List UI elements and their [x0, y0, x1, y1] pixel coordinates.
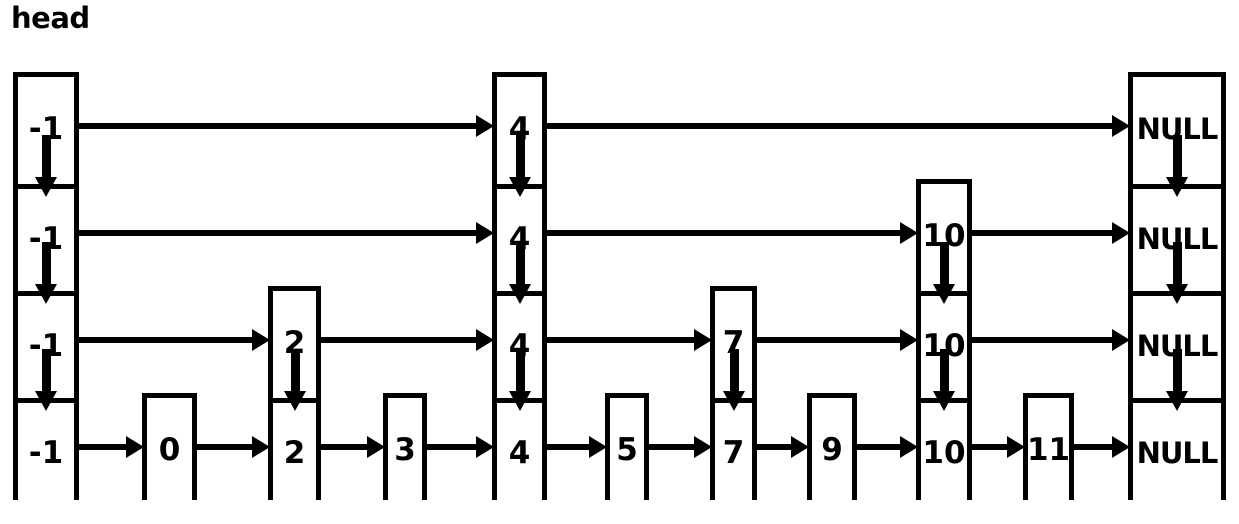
forward-pointer-arrowhead: [476, 435, 494, 458]
forward-pointer-arrowhead: [1112, 221, 1130, 244]
forward-pointer-arrowhead: [367, 435, 385, 458]
forward-pointer-arrowhead: [1112, 114, 1130, 137]
down-pointer-arrowhead: [508, 391, 531, 411]
down-pointer-shaft: [729, 349, 739, 393]
node-tower-n11[interactable]: 11: [1023, 393, 1074, 505]
node-value: 2: [283, 434, 306, 471]
node-cell: NULL: [1133, 398, 1221, 505]
down-pointer-shaft: [1173, 135, 1182, 179]
forward-pointer: [968, 336, 1112, 343]
forward-pointer-arrowhead: [476, 221, 494, 244]
node-tower-n0[interactable]: 0: [142, 393, 197, 505]
down-pointer-shaft: [42, 242, 51, 286]
node-cell: 7: [715, 398, 752, 505]
forward-pointer-arrowhead: [252, 435, 270, 458]
forward-pointer-arrowhead: [476, 114, 494, 137]
down-pointer-shaft: [940, 349, 949, 393]
forward-pointer-arrowhead: [476, 328, 494, 351]
node-value: 4: [508, 434, 531, 471]
node-tower-n10[interactable]: 10 10 10: [916, 179, 972, 505]
node-tower-n3[interactable]: 3: [383, 393, 427, 505]
head-label: head: [11, 1, 90, 35]
forward-pointer-arrowhead: [900, 221, 918, 244]
node-value: NULL: [1136, 435, 1219, 470]
down-pointer-arrowhead: [35, 177, 57, 197]
forward-pointer: [193, 443, 252, 450]
forward-pointer: [968, 443, 1007, 450]
down-pointer-arrowhead: [1166, 177, 1188, 197]
forward-pointer-arrowhead: [126, 435, 144, 458]
node-cell: -1: [18, 398, 74, 505]
forward-pointer: [753, 443, 791, 450]
node-cell: 11: [1026, 398, 1071, 505]
down-pointer-shaft: [1173, 242, 1182, 286]
node-cell: 9: [812, 398, 852, 505]
forward-pointer-arrowhead: [589, 435, 607, 458]
down-pointer-arrowhead: [283, 391, 306, 411]
forward-pointer-arrowhead: [900, 328, 918, 351]
node-cell: 5: [610, 398, 644, 505]
down-pointer-shaft: [42, 135, 51, 179]
forward-pointer: [645, 443, 694, 450]
node-cell: 3: [388, 398, 422, 505]
down-pointer-arrowhead: [933, 391, 955, 411]
forward-pointer-arrowhead: [900, 435, 918, 458]
down-pointer-arrowhead: [1166, 284, 1188, 304]
forward-pointer-arrowhead: [252, 328, 270, 351]
forward-pointer-arrowhead: [694, 435, 712, 458]
forward-pointer: [968, 229, 1112, 236]
skip-list-diagram: head -1 -1 -1 -1 0 2 2 3 4 4 4 4 5 7 7 9 10 10 10 11 NULL NUL…: [0, 0, 1239, 524]
down-pointer-shaft: [515, 349, 525, 393]
down-pointer-arrowhead: [722, 391, 745, 411]
node-tower-n5[interactable]: 5: [605, 393, 649, 505]
forward-pointer: [75, 122, 476, 129]
down-pointer-arrowhead: [508, 177, 531, 197]
node-value: 0: [158, 432, 181, 468]
node-cell: 0: [147, 398, 192, 505]
forward-pointer: [75, 443, 126, 450]
forward-pointer: [543, 229, 900, 236]
node-cell: 10: [921, 398, 967, 505]
forward-pointer-arrowhead: [1007, 435, 1025, 458]
forward-pointer-arrowhead: [791, 435, 809, 458]
node-value: 10: [922, 434, 966, 471]
node-value: 3: [394, 432, 416, 468]
node-value: 5: [616, 432, 638, 468]
forward-pointer: [543, 443, 589, 450]
forward-pointer-arrowhead: [1112, 435, 1130, 458]
down-pointer-shaft: [940, 242, 949, 286]
forward-pointer: [75, 336, 252, 343]
down-pointer-arrowhead: [35, 391, 57, 411]
forward-pointer: [543, 122, 1112, 129]
node-value: 9: [821, 432, 843, 468]
node-cell: 2: [273, 398, 316, 505]
down-pointer-arrowhead: [933, 284, 955, 304]
forward-pointer: [1070, 443, 1112, 450]
down-pointer-shaft: [515, 242, 525, 286]
node-value: 11: [1026, 432, 1071, 468]
forward-pointer: [423, 443, 476, 450]
node-value: 7: [722, 434, 745, 471]
node-tower-n9[interactable]: 9: [807, 393, 857, 505]
down-pointer-shaft: [1173, 349, 1182, 393]
down-pointer-arrowhead: [1166, 391, 1188, 411]
forward-pointer: [853, 443, 900, 450]
down-pointer-shaft: [42, 349, 51, 393]
forward-pointer: [75, 229, 476, 236]
forward-pointer: [317, 336, 476, 343]
down-pointer-shaft: [290, 349, 300, 393]
forward-pointer: [543, 336, 694, 343]
forward-pointer-arrowhead: [694, 328, 712, 351]
down-pointer-arrowhead: [35, 284, 57, 304]
forward-pointer-arrowhead: [1112, 328, 1130, 351]
down-pointer-arrowhead: [508, 284, 531, 304]
node-value: -1: [28, 434, 64, 471]
forward-pointer: [753, 336, 900, 343]
down-pointer-shaft: [515, 135, 525, 179]
forward-pointer: [317, 443, 367, 450]
node-cell: 4: [497, 398, 542, 505]
